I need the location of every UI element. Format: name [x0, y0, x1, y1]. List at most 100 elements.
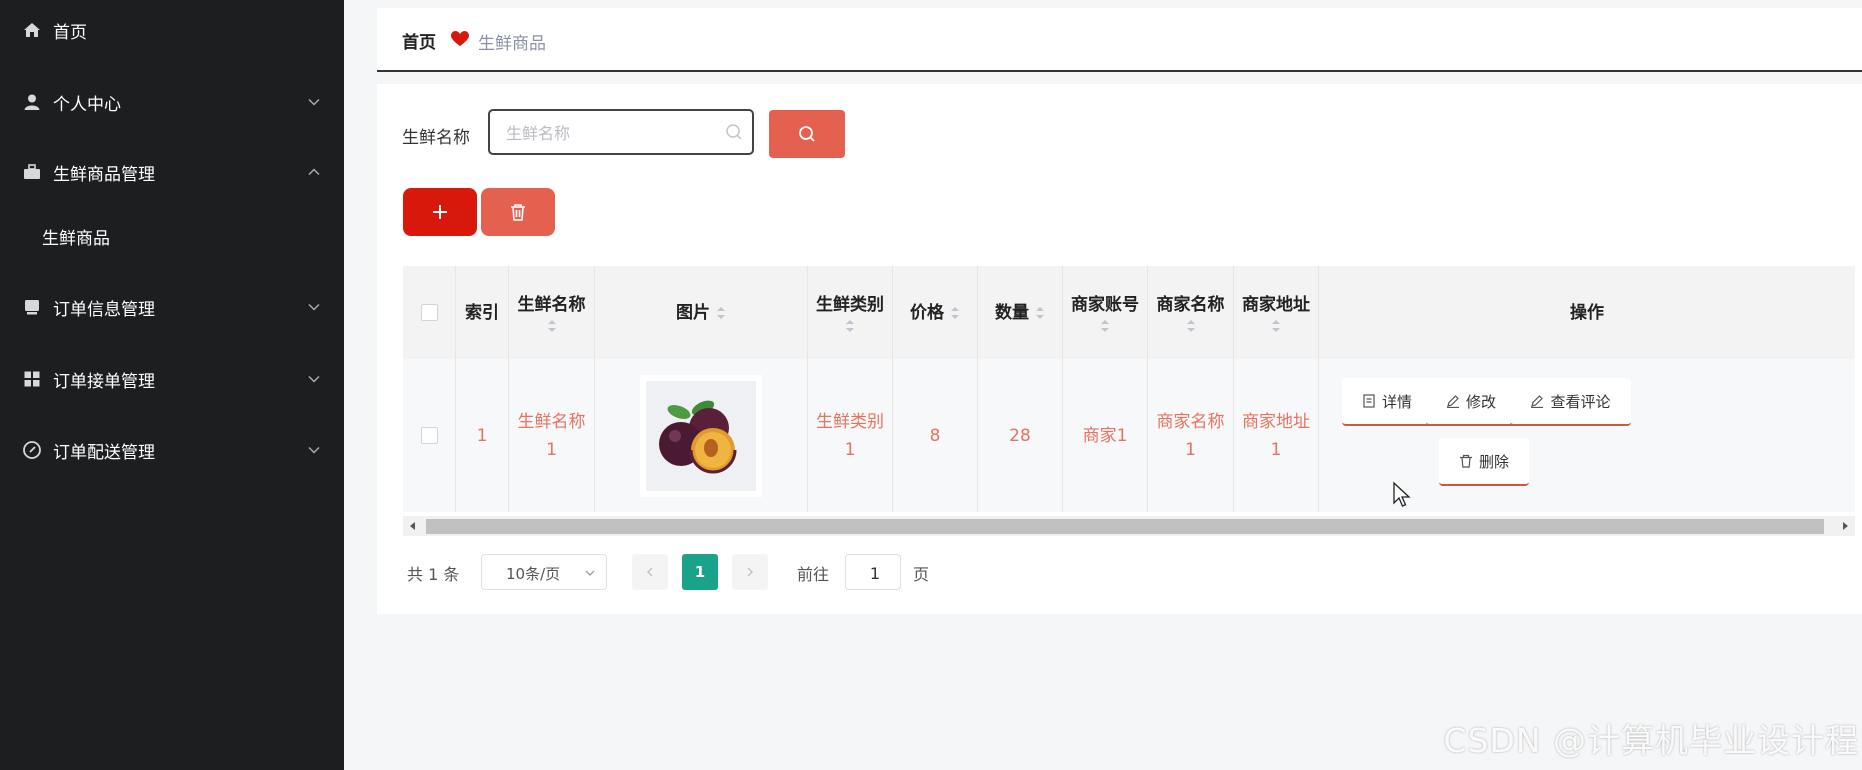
- sort-icon[interactable]: [950, 305, 960, 321]
- scroll-left-icon[interactable]: [407, 520, 419, 532]
- cell-merchant-account: 商家1: [1063, 359, 1148, 512]
- sort-icon[interactable]: [845, 318, 855, 334]
- document-icon: [1363, 394, 1375, 408]
- chevron-left-icon: [646, 567, 653, 577]
- content-panel: 生鲜名称 索引 生鲜名称 图片: [377, 84, 1862, 614]
- column-header-price[interactable]: 价格: [893, 266, 978, 359]
- sidebar-item-label: 首页: [53, 22, 87, 43]
- goto-suffix: 页: [913, 565, 930, 584]
- search-input[interactable]: [504, 119, 718, 147]
- sidebar-item-label: 订单接单管理: [53, 371, 155, 392]
- mouse-cursor-icon: [1393, 481, 1411, 507]
- product-thumbnail[interactable]: [640, 374, 762, 497]
- user-icon: [22, 92, 42, 112]
- goto-label: 前往: [797, 565, 830, 584]
- goto-page-input[interactable]: [846, 555, 904, 591]
- sort-icon[interactable]: [716, 305, 726, 321]
- sidebar-item-label: 订单配送管理: [53, 442, 155, 463]
- grid-icon: [22, 369, 42, 389]
- breadcrumb-current: 生鲜商品: [478, 34, 546, 54]
- chevron-down-icon: [306, 299, 322, 315]
- detail-button[interactable]: 详情: [1342, 378, 1432, 426]
- home-icon: [22, 20, 42, 40]
- column-header-quantity[interactable]: 数量: [978, 266, 1063, 359]
- batch-delete-button[interactable]: [481, 188, 555, 236]
- column-header-merchant-account[interactable]: 商家账号: [1063, 266, 1148, 359]
- edit-icon: [1531, 395, 1544, 408]
- prev-page-button[interactable]: [632, 554, 668, 590]
- cell-category: 生鲜类别 1: [808, 359, 893, 512]
- cell-merchant-address: 商家地址 1: [1234, 359, 1319, 512]
- sidebar-item-profile[interactable]: 个人中心: [0, 77, 344, 127]
- cell-image: [595, 359, 808, 512]
- compass-icon: [22, 440, 42, 460]
- cell-name: 生鲜名称 1: [509, 359, 595, 512]
- sidebar: 首页 个人中心 生鲜商品管理 生鲜商品 订单信息管理 订单接单管理 订单配送管理: [0, 0, 344, 770]
- briefcase-icon: [22, 162, 42, 182]
- next-page-button[interactable]: [732, 554, 768, 590]
- column-header-merchant-name[interactable]: 商家名称: [1148, 266, 1234, 359]
- cell-merchant-name: 商家名称 1: [1148, 359, 1234, 512]
- sort-icon[interactable]: [1271, 318, 1281, 334]
- sidebar-item-order-delivery-management[interactable]: 订单配送管理: [0, 425, 344, 475]
- row-checkbox[interactable]: [420, 427, 438, 444]
- chevron-down-icon: [306, 371, 322, 387]
- sidebar-item-home[interactable]: 首页: [0, 5, 344, 55]
- trash-icon: [511, 204, 525, 221]
- search-label: 生鲜名称: [402, 128, 470, 148]
- pagination-total: 共 1 条: [407, 565, 460, 584]
- add-button[interactable]: [403, 188, 477, 236]
- chevron-down-icon: [306, 94, 322, 110]
- column-header-index: 索引: [456, 266, 509, 359]
- column-header-actions: 操作: [1570, 302, 1604, 323]
- sort-icon[interactable]: [547, 318, 557, 334]
- watermark: CSDN @计算机毕业设计程: [1443, 721, 1859, 760]
- breadcrumb: 首页 生鲜商品: [377, 8, 1862, 72]
- chevron-right-icon: [747, 567, 754, 577]
- row-select[interactable]: [403, 359, 456, 512]
- chevron-up-icon: [306, 164, 322, 180]
- sidebar-item-order-accept-management[interactable]: 订单接单管理: [0, 354, 344, 404]
- inbox-icon: [22, 297, 42, 317]
- page-size-select[interactable]: 10条/页: [481, 554, 607, 590]
- column-header-name[interactable]: 生鲜名称: [509, 266, 595, 359]
- column-header-merchant-address[interactable]: 商家地址: [1234, 266, 1319, 359]
- sidebar-item-label: 订单信息管理: [53, 299, 155, 320]
- plus-icon: [433, 205, 447, 219]
- sidebar-item-label: 个人中心: [53, 94, 121, 115]
- cell-price: 8: [893, 359, 978, 512]
- cell-index: 1: [456, 359, 509, 512]
- trash-icon: [1459, 454, 1472, 468]
- sort-icon[interactable]: [1035, 305, 1045, 321]
- breadcrumb-home[interactable]: 首页: [402, 28, 436, 53]
- chevron-down-icon: [585, 570, 595, 576]
- sidebar-item-order-info-management[interactable]: 订单信息管理: [0, 282, 344, 332]
- search-field[interactable]: [488, 109, 754, 155]
- page-number-button[interactable]: 1: [682, 554, 718, 590]
- sidebar-item-label: 生鲜商品: [42, 228, 110, 249]
- horizontal-scrollbar[interactable]: [403, 516, 1855, 536]
- column-header-image[interactable]: 图片: [595, 266, 808, 359]
- header-select-all[interactable]: [403, 266, 456, 359]
- scrollbar-thumb[interactable]: [426, 519, 1824, 534]
- edit-button[interactable]: 修改: [1426, 378, 1516, 426]
- search-icon: [725, 123, 743, 141]
- edit-icon: [1446, 395, 1459, 408]
- pagination: 共 1 条 10条/页 1 前往 页: [377, 551, 1177, 591]
- sidebar-item-fresh-goods-management[interactable]: 生鲜商品管理: [0, 147, 344, 197]
- sort-icon[interactable]: [1186, 318, 1196, 334]
- search-icon: [799, 126, 815, 142]
- select-all-checkbox[interactable]: [420, 304, 438, 321]
- sidebar-item-label: 生鲜商品管理: [53, 164, 155, 185]
- sort-icon[interactable]: [1100, 318, 1110, 334]
- chevron-down-icon: [306, 442, 322, 458]
- goto-page-field[interactable]: [845, 554, 904, 591]
- table-row: 1 生鲜名称 1 生鲜类别 1 8 28 商家1 商家名称 1 商家地址 1 详…: [403, 359, 1855, 512]
- delete-button[interactable]: 删除: [1439, 438, 1529, 486]
- search-button[interactable]: [769, 110, 845, 158]
- cell-quantity: 28: [978, 359, 1063, 512]
- scroll-right-icon[interactable]: [1839, 520, 1851, 532]
- column-header-category[interactable]: 生鲜类别: [808, 266, 893, 359]
- sidebar-item-fresh-goods[interactable]: 生鲜商品: [0, 211, 344, 261]
- view-reviews-button[interactable]: 查看评论: [1510, 378, 1631, 426]
